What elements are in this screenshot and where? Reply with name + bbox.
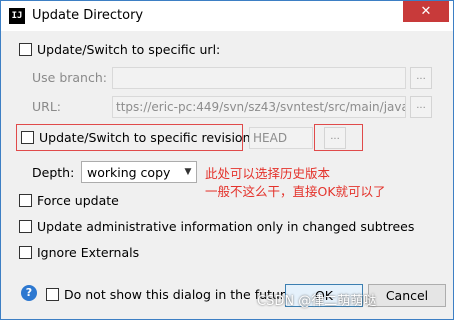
update-directory-dialog: IJ Update Directory ✕ Update/Switch to s…	[0, 0, 454, 320]
watermark: CSDN @律二萌萌哒	[257, 294, 377, 309]
switch-revision-label: Update/Switch to specific revision:	[39, 130, 255, 145]
dont-show-checkbox[interactable]	[46, 288, 59, 301]
intellij-app-icon: IJ	[9, 8, 25, 24]
use-branch-label: Use branch:	[32, 70, 107, 85]
help-icon[interactable]: ?	[21, 285, 37, 301]
close-icon[interactable]: ✕	[403, 1, 449, 22]
revision-field[interactable]: HEAD	[249, 127, 313, 149]
update-admin-option[interactable]: Update administrative information only i…	[19, 219, 414, 234]
url-field[interactable]: ttps://eric-pc:449/svn/sz43/svntest/src/…	[112, 96, 406, 118]
force-update-label: Force update	[37, 193, 119, 208]
ignore-externals-checkbox[interactable]	[19, 246, 32, 259]
annotation-line-1: 此处可以选择历史版本	[205, 166, 331, 181]
cancel-button[interactable]: Cancel	[368, 284, 446, 307]
update-admin-label: Update administrative information only i…	[37, 219, 415, 234]
use-branch-field[interactable]	[112, 67, 406, 89]
title-bar: IJ Update Directory ✕	[1, 1, 453, 31]
dialog-title: Update Directory	[32, 8, 144, 23]
ignore-externals-label: Ignore Externals	[37, 245, 140, 260]
switch-url-checkbox[interactable]	[19, 43, 32, 56]
annotation-line-2: 一般不这么干，直接OK就可以了	[205, 184, 386, 199]
dont-show-option[interactable]: Do not show this dialog in the future	[46, 287, 292, 302]
ignore-externals-option[interactable]: Ignore Externals	[19, 245, 139, 260]
update-admin-checkbox[interactable]	[19, 220, 32, 233]
revision-browse-button[interactable]: ...	[324, 127, 346, 149]
url-label: URL:	[32, 99, 62, 114]
url-browse-button[interactable]: ...	[410, 96, 432, 118]
switch-url-label: Update/Switch to specific url:	[37, 42, 221, 57]
switch-revision-option[interactable]: Update/Switch to specific revision:	[21, 130, 255, 145]
depth-select[interactable]: working copy ▼	[81, 161, 197, 183]
force-update-checkbox[interactable]	[19, 194, 32, 207]
force-update-option[interactable]: Force update	[19, 193, 119, 208]
depth-select-value: working copy	[87, 164, 171, 180]
depth-label: Depth:	[32, 165, 75, 180]
switch-url-option[interactable]: Update/Switch to specific url:	[19, 42, 220, 57]
use-branch-browse-button[interactable]: ...	[410, 67, 432, 89]
switch-revision-checkbox[interactable]	[21, 131, 34, 144]
chevron-down-icon: ▼	[184, 167, 192, 177]
